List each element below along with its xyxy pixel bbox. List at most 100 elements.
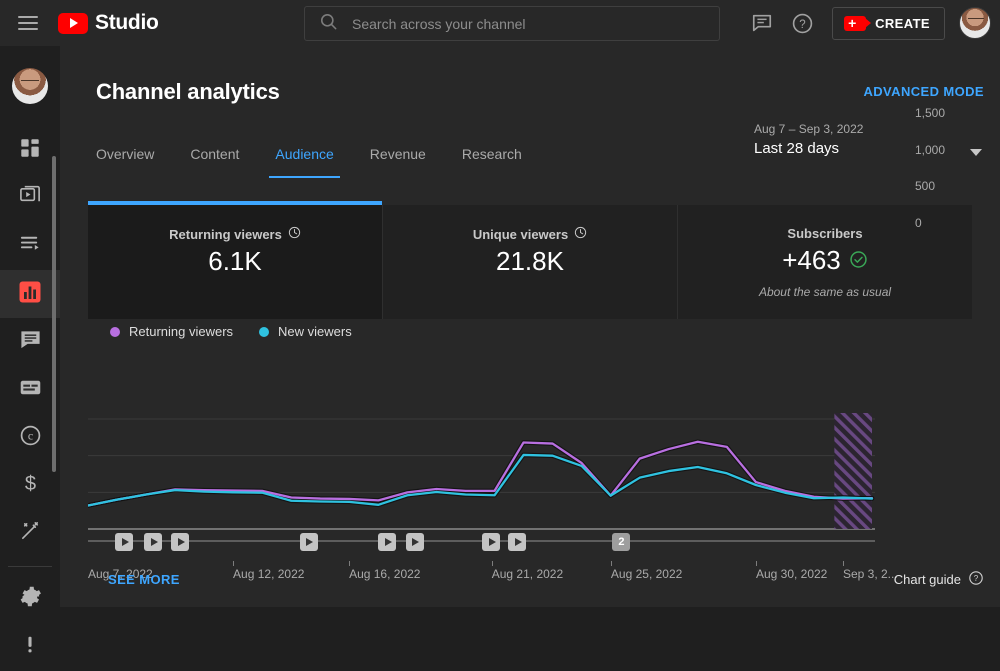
sidebar-item-settings[interactable] <box>0 575 60 623</box>
tab-research[interactable]: Research <box>462 134 522 178</box>
metric-value: 21.8K <box>496 246 564 276</box>
page-title: Channel analytics <box>96 79 280 104</box>
chart-guide-label: Chart guide <box>893 572 961 587</box>
legend-color-swatch <box>259 326 270 337</box>
sidebar-scrollbar[interactable] <box>52 156 56 472</box>
sidebar-item-playlists[interactable] <box>0 222 60 270</box>
chart-legend: Returning viewers New viewers <box>110 324 352 339</box>
dashboard-icon <box>19 137 41 164</box>
clock-icon[interactable] <box>574 226 587 242</box>
dollar-icon: $ <box>19 472 42 500</box>
metric-label: Unique viewers <box>472 226 569 242</box>
metric-card-label-wrap: Unique viewers <box>473 226 587 242</box>
legend-color-swatch <box>110 326 120 337</box>
sidebar-item-content[interactable] <box>0 174 60 222</box>
sidebar-item-dashboard[interactable] <box>0 126 60 174</box>
see-more-link[interactable]: SEE MORE <box>108 572 180 587</box>
tab-content[interactable]: Content <box>190 134 239 178</box>
chart-svg <box>85 413 875 542</box>
search-placeholder: Search across your channel <box>352 15 526 32</box>
svg-text:?: ? <box>974 574 979 583</box>
chart-x-axis: Aug 7, 2022 Aug 12, 2022 Aug 16, 2022 Aug 2… <box>88 561 972 587</box>
create-button[interactable]: CREATE <box>832 6 945 40</box>
sidebar-item-analytics[interactable] <box>0 270 60 318</box>
sidebar-item-copyright[interactable]: c <box>0 414 60 462</box>
legend-label: New viewers <box>278 324 352 339</box>
studio-logo[interactable]: Studio <box>58 11 159 35</box>
x-axis-tick-mark <box>491 561 493 566</box>
metric-card-returning-viewers[interactable]: Returning viewers 6.1K <box>88 201 383 319</box>
copyright-icon: c <box>19 424 42 452</box>
analytics-tabs: Overview Content Audience Revenue Resear… <box>96 134 558 178</box>
chart-guide-link[interactable]: Chart guide ? <box>894 570 984 589</box>
metric-card-label-wrap: Subscribers <box>787 226 862 241</box>
chart-y-axis: 0 500 1,000 1,500 <box>915 46 985 246</box>
search-input[interactable]: Search across your channel <box>304 6 720 41</box>
check-circle-icon <box>849 245 868 276</box>
y-axis-tick: 0 <box>915 216 922 230</box>
x-axis-tick: Aug 30, 2022 <box>755 567 828 581</box>
sidebar: c $ <box>0 46 60 652</box>
brand-label: Studio <box>95 11 159 34</box>
y-axis-tick: 1,500 <box>915 106 946 120</box>
sidebar-item-send-feedback[interactable] <box>0 623 60 671</box>
x-axis-tick-mark <box>233 561 235 566</box>
video-marker[interactable] <box>115 533 134 551</box>
sidebar-channel-avatar[interactable] <box>12 68 48 104</box>
video-marker[interactable] <box>482 533 501 551</box>
sidebar-item-subtitles[interactable] <box>0 366 60 414</box>
video-marker-group[interactable]: 2 <box>612 533 631 551</box>
video-camera-icon <box>844 13 872 33</box>
youtube-play-icon <box>58 12 88 34</box>
metric-cards: Returning viewers 6.1K Unique viewers 21… <box>88 201 972 319</box>
metric-card-label-wrap: Returning viewers <box>169 226 301 242</box>
gear-icon <box>19 585 42 613</box>
avatar[interactable] <box>959 7 991 39</box>
x-axis-tick-mark <box>842 561 844 566</box>
svg-text:?: ? <box>799 18 805 30</box>
svg-text:c: c <box>27 429 32 443</box>
hamburger-icon[interactable] <box>18 16 38 30</box>
x-axis-tick-mark <box>349 561 351 566</box>
x-axis-tick: Aug 25, 2022 <box>610 567 683 581</box>
main-content: Channel analytics ADVANCED MODE Overview… <box>60 46 1000 607</box>
tab-overview[interactable]: Overview <box>96 134 154 178</box>
video-marker[interactable] <box>508 533 527 551</box>
subtitles-icon <box>19 376 42 404</box>
legend-item-returning-viewers[interactable]: Returning viewers <box>110 324 233 339</box>
search-icon <box>319 12 338 36</box>
video-marker[interactable] <box>299 533 318 551</box>
metric-card-unique-viewers[interactable]: Unique viewers 21.8K <box>383 205 678 319</box>
top-bar: Studio Search across your channel ? CREA… <box>0 0 1000 46</box>
video-marker[interactable] <box>171 533 190 551</box>
feedback-icon <box>19 634 41 661</box>
playlist-icon <box>19 232 42 260</box>
legend-item-new-viewers[interactable]: New viewers <box>259 324 352 339</box>
svg-text:$: $ <box>24 473 35 495</box>
clock-icon[interactable] <box>288 226 301 242</box>
video-markers: 2 <box>88 533 972 553</box>
legend-label: Returning viewers <box>129 324 234 339</box>
video-marker[interactable] <box>144 533 163 551</box>
video-library-icon <box>19 184 42 212</box>
help-icon[interactable]: ? <box>782 3 822 43</box>
metric-note: About the same as usual <box>758 285 892 299</box>
sidebar-item-customization[interactable] <box>0 510 60 558</box>
audience-line-chart[interactable] <box>85 351 972 551</box>
top-bar-actions: ? CREATE <box>742 0 1000 46</box>
y-axis-tick: 500 <box>915 179 936 194</box>
sidebar-item-comments[interactable] <box>0 318 60 366</box>
metric-label: Returning viewers <box>169 226 282 242</box>
video-marker[interactable] <box>378 533 397 551</box>
tab-audience[interactable]: Audience <box>269 134 341 178</box>
x-axis-tick: Sep 3, 2... <box>842 567 898 581</box>
video-marker[interactable] <box>405 533 424 551</box>
sidebar-item-earn[interactable]: $ <box>0 462 60 510</box>
x-axis-tick: Aug 12, 2022 <box>233 567 305 581</box>
tab-revenue[interactable]: Revenue <box>370 134 426 178</box>
create-label: CREATE <box>875 15 930 31</box>
comment-icon[interactable] <box>742 3 782 43</box>
metric-label: Subscribers <box>787 226 863 241</box>
help-circle-icon: ? <box>968 570 984 589</box>
sidebar-divider <box>8 566 52 567</box>
